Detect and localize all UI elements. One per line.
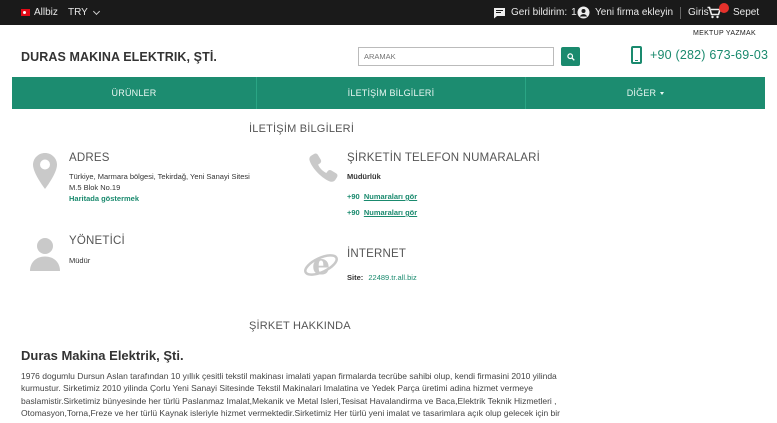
address-title: ADRES — [69, 152, 110, 164]
caret-down-icon — [660, 91, 665, 95]
phone-prefix: +90 — [347, 192, 360, 201]
turkey-flag-icon — [21, 9, 30, 16]
phone-row-2: +90 Numaraları gör — [347, 207, 417, 219]
add-company-label: Yeni firma ekleyin — [595, 7, 674, 18]
tab-contact[interactable]: İLETİŞİM BİLGİLERİ — [257, 77, 526, 109]
chat-icon — [494, 7, 505, 18]
show-on-map-link[interactable]: Haritada göstermek — [69, 193, 139, 205]
company-name[interactable]: DURAS MAKINA ELEKTRIK, ŞTİ. — [21, 50, 217, 64]
cart-link[interactable]: Sepet — [707, 0, 759, 25]
currency-selector[interactable]: TRY — [68, 0, 100, 25]
chevron-down-icon — [92, 7, 100, 15]
manager-role: Müdür — [69, 256, 91, 265]
show-numbers-link[interactable]: Numaraları gör — [364, 208, 417, 217]
manager-title: YÖNETİCİ — [69, 235, 125, 247]
phone-handset-icon — [309, 153, 338, 182]
site-row: Site: 22489.tr.all.biz — [347, 272, 417, 284]
main-nav: ÜRÜNLER İLETİŞİM BİLGİLERİ DİĞER — [12, 77, 765, 109]
site-label: Site: — [347, 273, 364, 282]
internet-title: İNTERNET — [347, 248, 407, 260]
about-text: 1976 dogumlu Dursun Aslan tarafından 10 … — [21, 371, 561, 423]
location-pin-icon — [33, 153, 57, 189]
search-button[interactable] — [561, 47, 580, 66]
contact-section-title: İLETİŞİM BİLGİLERİ — [249, 123, 355, 135]
about-section-title: ŞİRKET HAKKINDA — [249, 320, 351, 332]
person-icon — [30, 238, 60, 271]
login-link[interactable]: Giris — [688, 7, 709, 18]
feedback-link[interactable]: Geri bildirim: 1 — [493, 0, 577, 25]
tab-other[interactable]: DİĞER — [526, 77, 765, 109]
header-phone[interactable]: +90 (282) 673-69-03 — [650, 48, 768, 62]
currency-label: TRY — [68, 7, 88, 18]
tab-products[interactable]: ÜRÜNLER — [12, 77, 257, 109]
cart-label: Sepet — [733, 7, 760, 18]
phone-role: Müdürlük — [347, 172, 381, 181]
tab-label: DİĞER — [626, 88, 657, 98]
search-icon — [566, 52, 575, 61]
write-letter-link[interactable]: MEKTUP YAZMAK — [693, 30, 756, 37]
phones-title: ŞİRKETİN TELEFON NUMARALARİ — [347, 152, 541, 164]
tab-label: ÜRÜNLER — [111, 88, 157, 98]
show-numbers-link[interactable]: Numaraları gör — [364, 192, 417, 201]
add-company-link[interactable]: Yeni firma ekleyin Giris — [577, 0, 709, 25]
tab-label: İLETİŞİM BİLGİLERİ — [347, 88, 435, 98]
site-label: Allbiz — [34, 7, 58, 18]
search-input[interactable] — [358, 47, 554, 66]
feedback-count: 1 — [571, 7, 577, 18]
site-url-link[interactable]: 22489.tr.all.biz — [368, 273, 416, 282]
phone-icon — [631, 46, 642, 64]
top-bar: Allbiz TRY Geri bildirim: 1 Yeni firma e… — [0, 0, 777, 25]
divider — [680, 6, 682, 19]
about-company-name: Duras Makina Elektrik, Şti. — [21, 348, 184, 363]
user-icon — [577, 6, 590, 19]
cart-badge — [719, 3, 729, 13]
svg-text:e: e — [312, 248, 330, 281]
internet-explorer-icon: e — [304, 248, 338, 281]
allbiz-link[interactable]: Allbiz — [21, 0, 58, 25]
phone-prefix: +90 — [347, 208, 360, 217]
feedback-label: Geri bildirim: — [511, 7, 568, 18]
phone-row-1: +90 Numaraları gör — [347, 191, 417, 203]
